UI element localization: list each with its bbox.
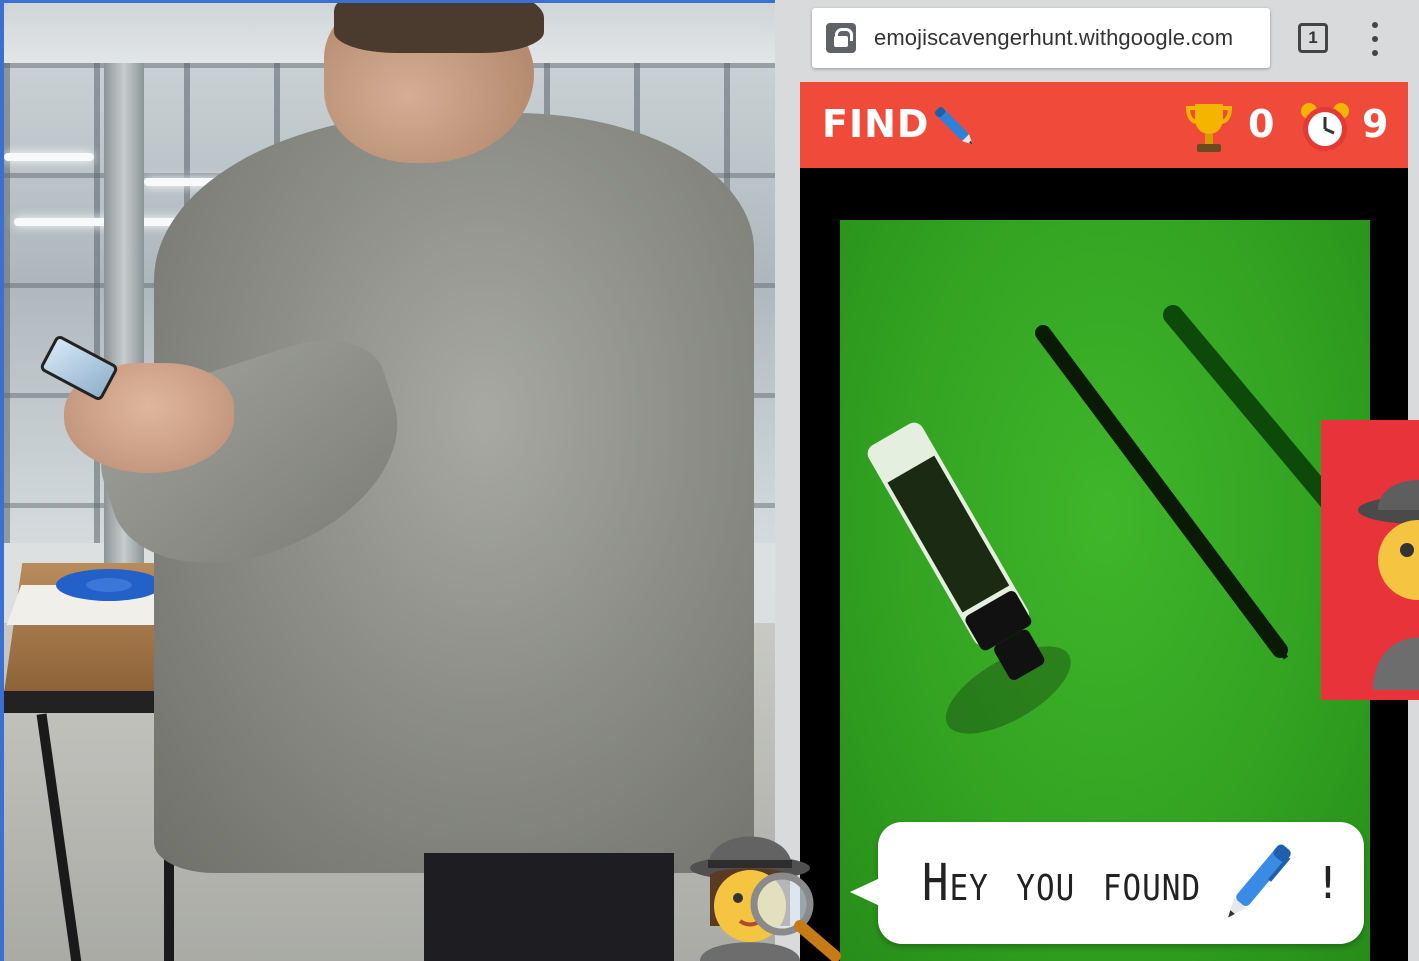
address-bar[interactable]: emojiscavengerhunt.withgoogle.com bbox=[812, 8, 1270, 68]
tape-roll bbox=[56, 569, 162, 601]
alarm-clock-icon bbox=[1301, 103, 1349, 151]
url-text: emojiscavengerhunt.withgoogle.com bbox=[874, 25, 1234, 50]
bubble-text: Hey you found bbox=[922, 853, 1202, 913]
score-value: 0 bbox=[1248, 102, 1275, 146]
speech-bubble: Hey you found ! bbox=[850, 822, 1364, 944]
game-header: FIND 0 9 bbox=[800, 82, 1408, 168]
find-label: FIND bbox=[822, 102, 930, 146]
pen-icon bbox=[935, 107, 973, 145]
person-legs bbox=[424, 853, 674, 961]
bubble-exclamation: ! bbox=[1319, 857, 1337, 909]
fine-tip-pen bbox=[1035, 325, 1288, 660]
tab-switcher-button[interactable]: 1 bbox=[1298, 23, 1328, 53]
background-photo bbox=[0, 0, 780, 961]
ceiling-light bbox=[4, 153, 94, 161]
timer-value: 9 bbox=[1362, 102, 1389, 146]
detective-icon bbox=[1358, 480, 1419, 690]
detective-card bbox=[1321, 420, 1419, 700]
pen-icon bbox=[1228, 844, 1291, 918]
detective-magnifier-icon bbox=[690, 836, 841, 961]
trophy-icon bbox=[1185, 104, 1233, 152]
overflow-menu-icon[interactable] bbox=[1368, 22, 1382, 56]
person-hair bbox=[334, 3, 544, 53]
marker-pen bbox=[867, 422, 1071, 734]
lock-icon[interactable] bbox=[826, 23, 856, 53]
